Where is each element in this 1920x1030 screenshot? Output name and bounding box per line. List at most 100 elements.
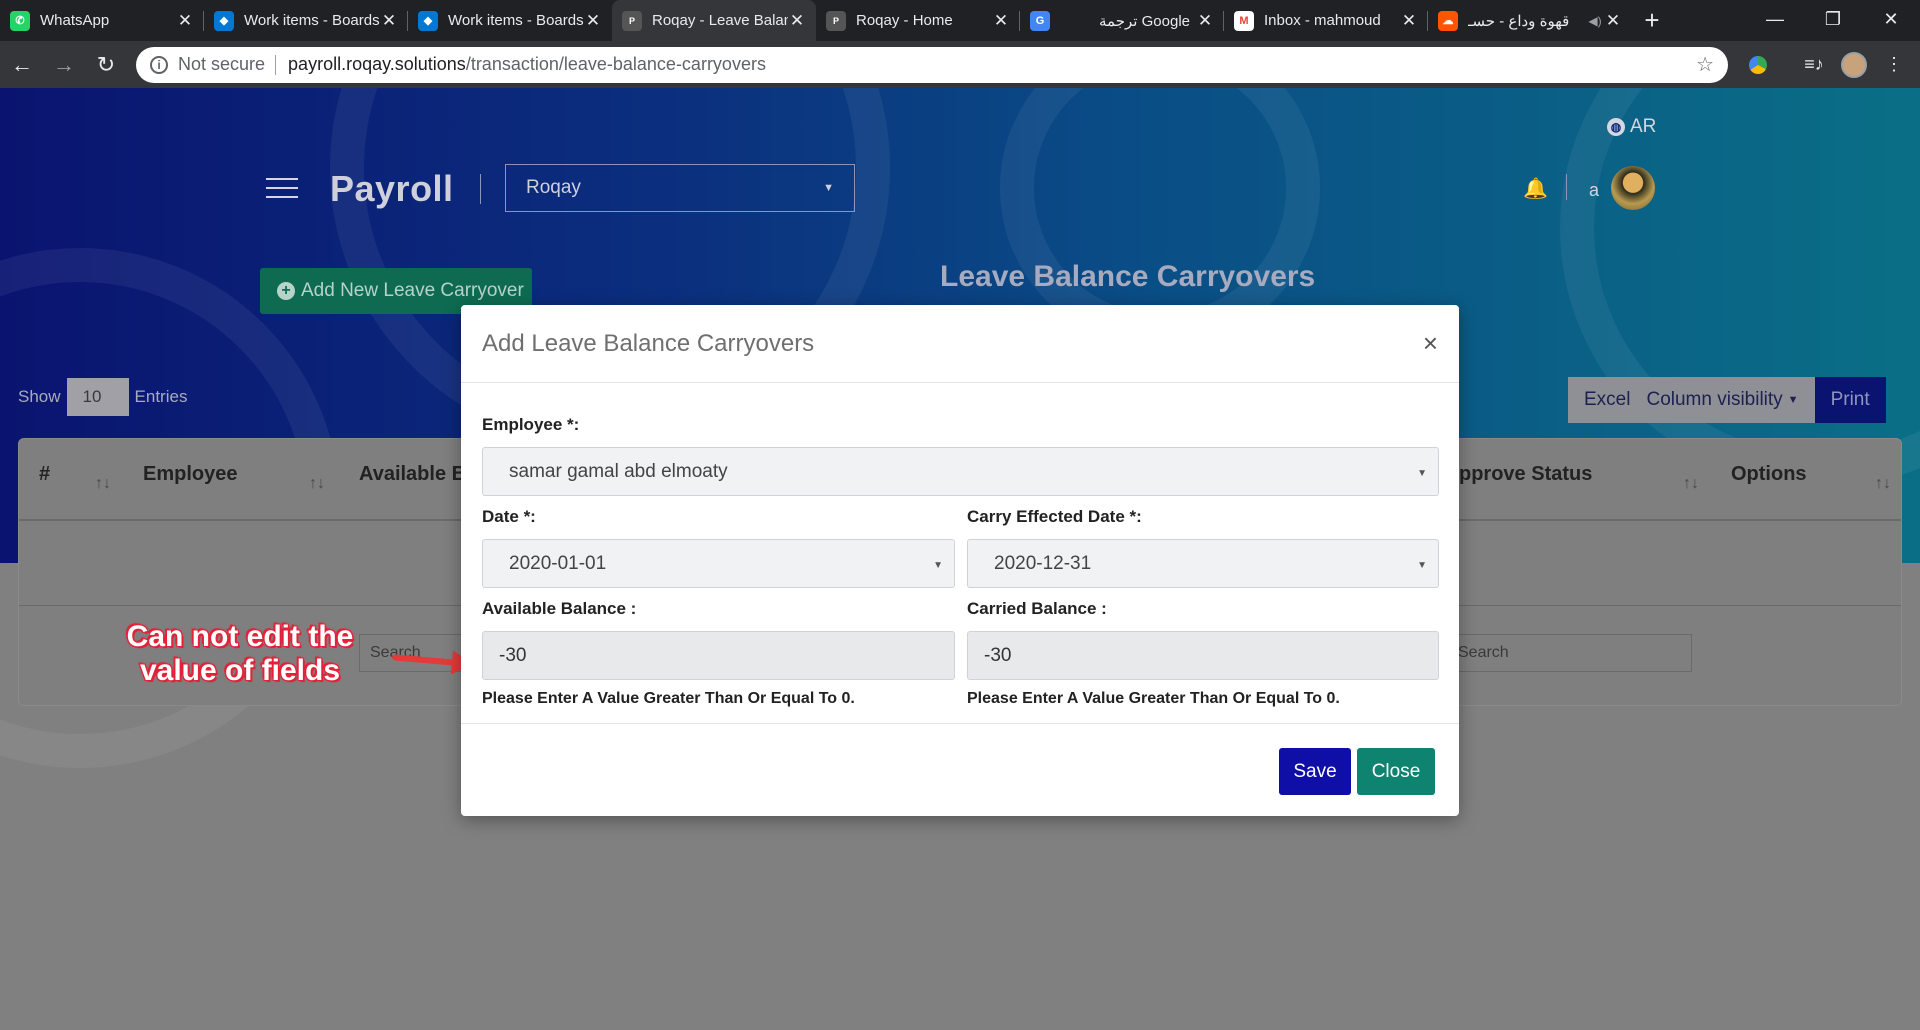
chevron-down-icon: ▼: [1417, 560, 1427, 571]
page-title: Leave Balance Carryovers: [940, 260, 1316, 293]
carry-effected-date-select[interactable]: 2020-12-31 ▼: [967, 539, 1439, 588]
tab-title: Roqay - Home: [856, 12, 953, 29]
tab-title: قهوة وداع - حسـ: [1468, 12, 1570, 30]
language-switch[interactable]: ◍ AR: [1607, 116, 1656, 138]
tab-close-icon[interactable]: ✕: [1604, 11, 1622, 31]
tab-title: Work items - Boards: [448, 12, 584, 29]
annotation-text: Can not edit the value of fields: [126, 620, 354, 687]
azure-devops-icon: ◆: [418, 10, 438, 31]
column-header[interactable]: Employee: [143, 463, 237, 486]
window-controls: — ❐ ✕: [1746, 0, 1920, 38]
carried-balance-field[interactable]: -30: [967, 631, 1439, 680]
chevron-down-icon: ▼: [823, 182, 834, 194]
brand-logo: Payroll: [330, 168, 454, 209]
sort-icon[interactable]: ↑↓: [95, 475, 111, 493]
tab-close-icon[interactable]: ✕: [992, 11, 1010, 31]
tab-close-icon[interactable]: ✕: [584, 11, 602, 31]
user-name[interactable]: a: [1589, 180, 1599, 201]
back-icon[interactable]: ←: [2, 45, 42, 85]
tab-title: Roqay - Leave Balance: [652, 12, 788, 29]
url-path: /transaction/leave-balance-carryovers: [465, 54, 766, 74]
browser-tab[interactable]: ◆ Work items - Boards ✕: [204, 0, 408, 41]
sort-icon[interactable]: ↑↓: [309, 475, 325, 493]
new-tab-button[interactable]: +: [1632, 0, 1672, 41]
company-value: Roqay: [526, 177, 581, 198]
browser-tab[interactable]: ✆ WhatsApp ✕: [0, 0, 204, 41]
media-control-icon[interactable]: ≡♪: [1794, 45, 1834, 85]
carry-effected-date-value: 2020-12-31: [994, 552, 1092, 574]
payroll-icon: P: [826, 10, 846, 31]
entries-length: Show 10 Entries: [18, 378, 187, 416]
plus-circle-icon: +: [277, 282, 295, 300]
window-close-icon[interactable]: ✕: [1862, 0, 1920, 38]
available-balance-label: Available Balance :: [482, 599, 637, 618]
employee-select[interactable]: samar gamal abd elmoaty ▼: [482, 447, 1439, 496]
column-header[interactable]: Available Ba: [359, 463, 477, 486]
gmail-icon: M: [1234, 10, 1254, 31]
column-header[interactable]: #: [39, 463, 50, 486]
forward-icon[interactable]: →: [44, 45, 84, 85]
table-export-buttons: Excel Column visibility ▼ Print: [1568, 377, 1886, 423]
extension-icon[interactable]: [1738, 45, 1778, 85]
caret-down-icon: ▼: [1787, 394, 1799, 406]
avatar[interactable]: [1611, 166, 1655, 210]
payroll-icon: P: [622, 10, 642, 31]
tab-close-icon[interactable]: ✕: [176, 11, 194, 31]
carried-balance-error: Please Enter A Value Greater Than Or Equ…: [967, 690, 1340, 707]
speaker-icon: ◀): [1588, 13, 1602, 28]
date-select[interactable]: 2020-01-01 ▼: [482, 539, 955, 588]
page: ◍ AR Payroll Roqay ▼ 🔔 a + Add New Leave…: [0, 88, 1920, 1030]
add-carryover-modal: Add Leave Balance Carryovers × Employee …: [461, 305, 1459, 816]
chevron-down-icon: ▼: [1417, 468, 1427, 479]
company-select[interactable]: Roqay ▼: [505, 164, 855, 212]
minimize-icon[interactable]: —: [1746, 0, 1804, 38]
browser-tab[interactable]: M Inbox - mahmoud ✕: [1224, 0, 1428, 41]
address-bar[interactable]: i Not secure payroll.roqay.solutions/tra…: [136, 46, 1728, 83]
tab-title: Inbox - mahmoud: [1264, 12, 1381, 29]
date-value: 2020-01-01: [509, 552, 607, 574]
column-search-input[interactable]: Search: [1447, 634, 1692, 672]
reload-icon[interactable]: ↻: [86, 45, 126, 85]
close-icon[interactable]: ×: [1423, 328, 1438, 359]
entries-select[interactable]: 10: [66, 378, 129, 416]
hamburger-menu-icon[interactable]: [266, 178, 298, 205]
save-button[interactable]: Save: [1279, 748, 1351, 795]
browser-toolbar: ← → ↻ i Not secure payroll.roqay.solutio…: [0, 41, 1920, 88]
tab-close-icon[interactable]: ✕: [1400, 11, 1418, 31]
info-icon[interactable]: i: [150, 55, 168, 74]
show-label: Show: [18, 387, 61, 406]
sort-icon[interactable]: ↑↓: [1683, 475, 1699, 493]
language-label: AR: [1630, 116, 1657, 137]
browser-tab[interactable]: ☁ قهوة وداع - حسـ ◀) ✕: [1428, 0, 1632, 41]
excel-button[interactable]: Excel: [1568, 377, 1647, 423]
available-balance-field[interactable]: -30: [482, 631, 955, 680]
menu-kebab-icon[interactable]: ⋮: [1874, 45, 1914, 85]
date-label: Date *:: [482, 507, 536, 526]
browser-tab-strip: ✆ WhatsApp ✕ ◆ Work items - Boards ✕ ◆ W…: [0, 0, 1920, 41]
browser-tab[interactable]: G ترجمة Google ✕: [1020, 0, 1224, 41]
column-visibility-button[interactable]: Column visibility ▼: [1646, 377, 1815, 423]
tab-close-icon[interactable]: ✕: [788, 11, 806, 31]
browser-tab[interactable]: P Roqay - Home ✕: [816, 0, 1020, 41]
modal-header: Add Leave Balance Carryovers ×: [461, 305, 1459, 383]
browser-tab[interactable]: ◆ Work items - Boards ✕: [408, 0, 612, 41]
bookmark-star-icon[interactable]: ☆: [1696, 52, 1714, 77]
tab-close-icon[interactable]: ✕: [1196, 11, 1214, 31]
globe-icon: ◍: [1607, 118, 1625, 136]
notification-bell-icon[interactable]: 🔔: [1523, 176, 1548, 201]
browser-tab-active[interactable]: P Roqay - Leave Balance ✕: [612, 0, 816, 41]
employee-label: Employee *:: [482, 415, 580, 434]
close-button[interactable]: Close: [1357, 748, 1435, 795]
profile-avatar-icon[interactable]: [1834, 45, 1874, 85]
url-host: payroll.roqay.solutions: [288, 54, 466, 74]
print-button[interactable]: Print: [1814, 377, 1886, 423]
azure-devops-icon: ◆: [214, 10, 234, 31]
restore-icon[interactable]: ❐: [1804, 0, 1862, 38]
column-header[interactable]: pprove Status: [1459, 463, 1592, 486]
tab-title: Work items - Boards: [244, 12, 380, 29]
column-header[interactable]: Options: [1731, 463, 1807, 486]
soundcloud-icon: ☁: [1438, 10, 1458, 31]
modal-title: Add Leave Balance Carryovers: [482, 329, 815, 357]
sort-icon[interactable]: ↑↓: [1875, 475, 1891, 493]
tab-close-icon[interactable]: ✕: [380, 11, 398, 31]
